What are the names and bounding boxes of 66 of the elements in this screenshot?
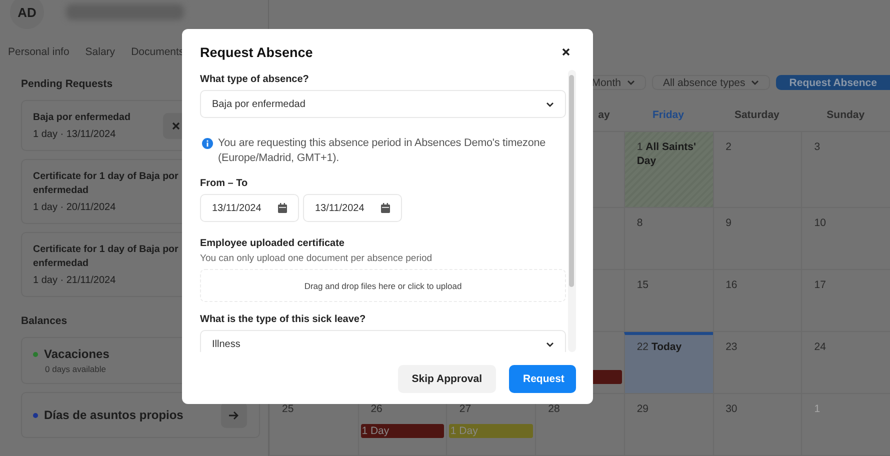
day-label: 27 — [458, 402, 472, 416]
request-absence-button[interactable]: Request Absence — [776, 75, 890, 90]
dialog-title: Request Absence — [200, 44, 313, 60]
request-detail: 1 day · 20/11/2024 — [33, 202, 116, 213]
field-label: From – To — [200, 178, 249, 189]
tab[interactable]: Personal info — [8, 46, 70, 58]
day-label: 9 — [724, 216, 732, 230]
section-title: Pending Requests — [21, 78, 113, 92]
day-label: 30 — [724, 402, 738, 416]
day-label: 16 — [724, 278, 738, 292]
weekday-label: Saturday — [734, 108, 780, 120]
select-field[interactable]: Baja por enfermedad — [200, 90, 566, 118]
date-field[interactable]: 13/11/2024 — [200, 194, 299, 222]
close-icon — [562, 48, 570, 56]
day-label: 23 — [724, 340, 738, 354]
today-cell[interactable]: 22 Today — [624, 332, 713, 394]
holiday-cell[interactable]: 1 All Saints' Day — [624, 132, 713, 208]
day-label: 24 — [813, 340, 827, 354]
info-icon — [202, 138, 213, 149]
request-button[interactable]: Request — [509, 365, 576, 393]
day-label: 26 — [370, 402, 384, 416]
day-label: 22 Today — [636, 340, 683, 354]
event-bar[interactable]: 1 Day — [360, 424, 444, 438]
request-detail: 1 day · 21/11/2024 — [33, 275, 116, 286]
day-label: 29 — [636, 402, 650, 416]
day-label: 1 All Saints' Day — [636, 140, 697, 168]
balance-detail: 0 days available — [45, 364, 106, 374]
tab[interactable]: Salary — [85, 46, 116, 58]
day-label: 8 — [636, 216, 644, 230]
chevron-down-icon — [626, 80, 635, 85]
arrow-right-icon — [229, 410, 239, 420]
day-label: 25 — [281, 402, 295, 416]
open-button[interactable] — [221, 402, 247, 428]
upload-dropzone[interactable]: Drag and drop files here or click to upload — [200, 269, 566, 302]
day-label: 10 — [813, 216, 827, 230]
chevron-down-icon — [751, 80, 760, 85]
date-field[interactable]: 13/11/2024 — [303, 194, 402, 222]
calendar-icon — [381, 203, 390, 213]
scrollbar[interactable] — [568, 70, 576, 352]
day-label: 28 — [547, 402, 561, 416]
skip-approval-button[interactable]: Skip Approval — [398, 365, 496, 393]
weekday-label: ay — [598, 108, 610, 120]
chevron-down-icon — [546, 102, 554, 106]
request-title: Certificate for 1 day of Baja por enfermedad — [33, 243, 180, 271]
day-label: 15 — [636, 278, 650, 292]
balance-name: Vacaciones — [44, 347, 110, 361]
weekday-label: Friday — [652, 108, 684, 120]
tab[interactable]: Documents — [131, 46, 184, 58]
request-title: Certificate for 1 day of Baja por enfermedad — [33, 170, 180, 198]
close-icon — [172, 122, 180, 130]
calendar-icon — [278, 203, 287, 213]
field-label: What type of absence? — [200, 74, 310, 85]
select-field[interactable]: Illness — [200, 330, 566, 352]
close-button[interactable] — [560, 46, 572, 58]
weekday-label: Sunday — [826, 108, 865, 120]
request-title: Baja por enfermedad — [33, 111, 130, 125]
section-title: Balances — [21, 315, 68, 329]
avatar: AD — [10, 0, 44, 29]
request-detail: 1 day · 13/11/2024 — [33, 129, 116, 140]
field-label: What is the type of this sick leave? — [200, 314, 367, 325]
chevron-down-icon — [546, 342, 554, 346]
day-label: 2 — [724, 140, 732, 154]
filter-dropdown[interactable]: All absence types — [652, 75, 770, 90]
day-label: 3 — [813, 140, 822, 154]
balance-name: Días de asuntos propios — [44, 408, 184, 422]
day-label: 17 — [813, 278, 827, 292]
